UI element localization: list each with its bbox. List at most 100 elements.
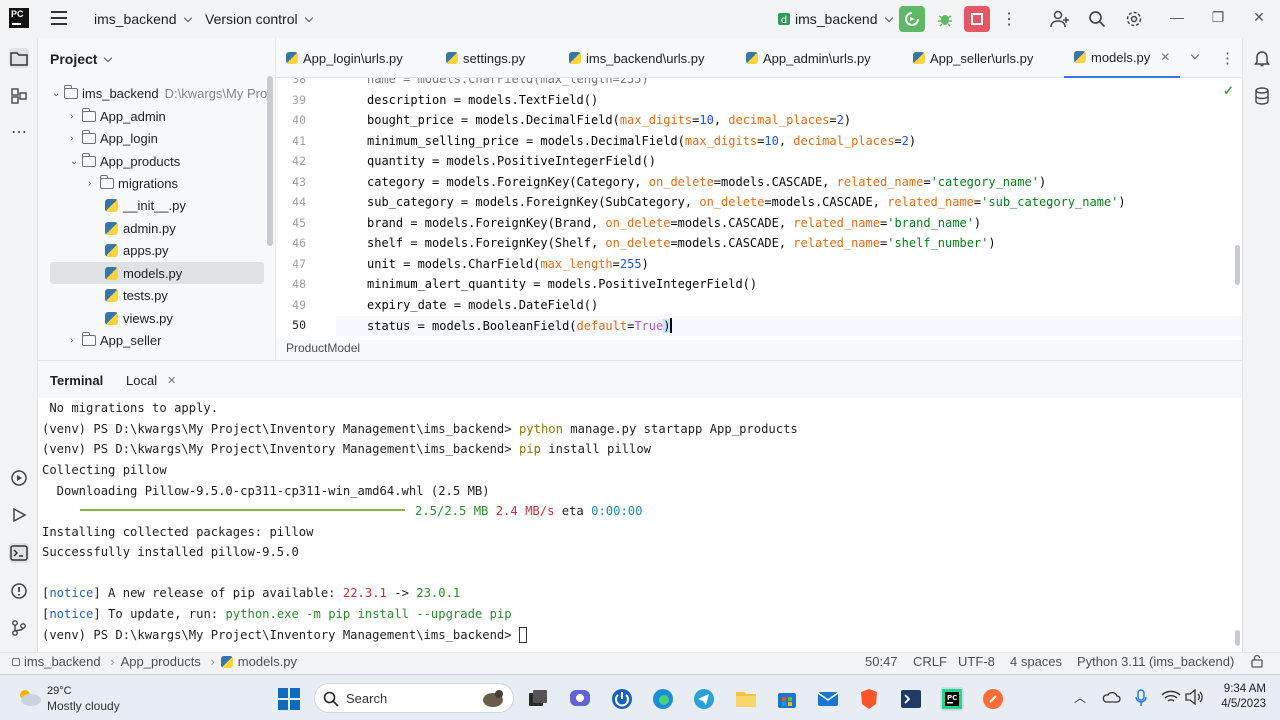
version-control-label: Version control	[205, 11, 298, 27]
tree-item-init-py[interactable]: __init__.py	[105, 194, 186, 216]
python-file-icon	[105, 266, 118, 280]
tree-root[interactable]: ⌄ ims_backend D:\kwargs\My Proj	[52, 82, 270, 104]
status-crumb[interactable]: App_products	[121, 654, 201, 669]
tab-ims-backend-urls[interactable]: ims_backend\urls.py	[569, 38, 705, 78]
python-interpreter[interactable]: Python 3.11 (ims_backend)	[1077, 654, 1234, 669]
start-button[interactable]	[277, 687, 301, 711]
structure-tool-button[interactable]	[9, 86, 29, 106]
project-scrollbar[interactable]	[267, 76, 273, 246]
tree-item-admin-py[interactable]: admin.py	[105, 217, 176, 239]
close-icon[interactable]: ✕	[167, 374, 176, 387]
caret-position[interactable]: 50:47	[865, 654, 898, 669]
tab-settings[interactable]: settings.py	[446, 38, 525, 78]
tab-models-py[interactable]: models.py ✕	[1064, 38, 1181, 78]
terminal-prompt-line[interactable]: (venv) PS D:\kwargs\My Project\Inventory…	[42, 627, 527, 643]
tree-item-app-login[interactable]: › App_login	[70, 127, 158, 149]
terminal-scrollbar[interactable]	[1235, 630, 1240, 646]
tree-item-apps-py[interactable]: apps.py	[105, 239, 169, 261]
taskbar-app-power[interactable]	[610, 687, 634, 711]
brave-button[interactable]	[857, 687, 881, 711]
editor-scrollbar[interactable]	[1235, 245, 1240, 285]
debug-button[interactable]	[935, 9, 955, 29]
stop-button[interactable]	[964, 6, 990, 32]
git-tool-button[interactable]	[9, 618, 29, 638]
tree-item-views-py[interactable]: views.py	[105, 307, 173, 329]
run-config-label: ims_backend	[795, 11, 878, 27]
database-button[interactable]	[1252, 86, 1272, 106]
taskbar-search[interactable]: Search	[314, 683, 514, 713]
mail-button[interactable]	[816, 687, 840, 711]
tree-item-models-py[interactable]: models.py	[50, 262, 264, 284]
tree-item-app-seller[interactable]: › App_seller	[70, 329, 161, 351]
status-crumb[interactable]: models.py	[238, 654, 297, 669]
gear-icon	[1126, 11, 1142, 27]
project-panel-title[interactable]: Project	[50, 51, 113, 67]
pycharm-taskbar-button[interactable]: PC	[940, 687, 964, 711]
onedrive-button[interactable]	[1101, 690, 1121, 707]
line-separator[interactable]: CRLF	[913, 654, 947, 669]
python-packages-button[interactable]	[9, 468, 29, 488]
telegram-button[interactable]	[692, 687, 716, 711]
taskbar-clock[interactable]: 9:34 AM 4/5/2023	[1206, 683, 1266, 710]
close-icon[interactable]: ✕	[1160, 50, 1170, 64]
tree-item-label: admin.py	[123, 220, 176, 236]
file-encoding[interactable]: UTF-8	[958, 654, 995, 669]
close-window-button[interactable]: ✕	[1249, 9, 1269, 29]
maximize-button[interactable]: ❐	[1208, 9, 1228, 29]
tab-app-login-urls[interactable]: App_login\urls.py	[286, 38, 403, 78]
editor-breadcrumb[interactable]: ProductModel	[276, 340, 1242, 360]
tab-app-admin-urls[interactable]: App_admin\urls.py	[746, 38, 871, 78]
edge-button[interactable]	[651, 687, 675, 711]
breadcrumb-class[interactable]: ProductModel	[286, 341, 360, 355]
tab-label: App_login\urls.py	[303, 50, 403, 66]
settings-button[interactable]	[1124, 9, 1144, 29]
pycharm-logo-icon[interactable]: PC	[9, 8, 29, 28]
terminal-output[interactable]: No migrations to apply. (venv) PS D:\kwa…	[38, 398, 1242, 652]
problems-tool-button[interactable]	[9, 581, 29, 601]
more-tools-icon[interactable]: ⋯	[9, 122, 29, 142]
tree-item-app-admin[interactable]: › App_admin	[70, 105, 166, 127]
search-everywhere-button[interactable]	[1087, 9, 1107, 29]
run-config-selector[interactable]: d ims_backend	[777, 11, 893, 27]
inspection-ok-icon[interactable]: ✓	[1223, 83, 1234, 99]
minimize-button[interactable]: —	[1167, 9, 1187, 29]
terminal-tab-label: Local	[126, 372, 158, 388]
volume-button[interactable]	[1184, 688, 1204, 708]
terminal-app-button[interactable]	[899, 687, 923, 711]
code-with-me-button[interactable]	[1050, 9, 1070, 29]
project-tool-button[interactable]	[9, 48, 29, 68]
main-menu-icon[interactable]	[51, 11, 67, 25]
status-crumb[interactable]: ims_backend	[24, 654, 101, 669]
terminal-tool-button[interactable]	[9, 543, 29, 563]
postman-button[interactable]	[981, 687, 1005, 711]
tree-item-app-products[interactable]: ⌄ App_products	[70, 150, 180, 172]
tabs-more-icon[interactable]: ⋮	[1220, 38, 1235, 78]
svg-text:d: d	[781, 15, 787, 26]
terminal-tab-local[interactable]: Local ✕	[118, 361, 184, 399]
project-switcher[interactable]: ims_backend	[94, 11, 192, 27]
tree-item-migrations[interactable]: › migrations	[88, 172, 178, 194]
tree-item-tests-py[interactable]: tests.py	[105, 284, 168, 306]
file-explorer-button[interactable]	[734, 687, 758, 711]
store-button[interactable]	[775, 687, 799, 711]
status-breadcrumb[interactable]: ims_backend › App_products › models.py	[12, 654, 297, 669]
run-tool-button[interactable]	[9, 505, 29, 525]
task-view-button[interactable]	[526, 687, 550, 711]
terminal-line: Collecting pillow	[42, 463, 167, 477]
notifications-button[interactable]	[1252, 48, 1272, 68]
indent-setting[interactable]: 4 spaces	[1010, 654, 1062, 669]
microphone-button[interactable]	[1134, 689, 1148, 710]
tray-overflow-icon[interactable]: ︿	[1074, 689, 1086, 706]
readonly-toggle[interactable]	[1250, 654, 1264, 671]
wifi-button[interactable]	[1161, 690, 1181, 707]
version-control-menu[interactable]: Version control	[205, 11, 313, 27]
tab-app-seller-urls[interactable]: App_seller\urls.py	[913, 38, 1033, 78]
code-editor[interactable]: 38 name = models.CharField(max_length=25…	[276, 78, 1242, 340]
rerun-button[interactable]	[899, 6, 925, 32]
code-line: unit = models.CharField(max_length=255)	[367, 257, 649, 271]
code-line: expiry_date = models.DateField()	[367, 298, 599, 312]
tabs-list-dropdown[interactable]	[1190, 38, 1200, 78]
teams-chat-button[interactable]	[568, 687, 592, 711]
search-icon	[1089, 11, 1106, 28]
more-actions-icon[interactable]: ⋮	[999, 9, 1019, 29]
